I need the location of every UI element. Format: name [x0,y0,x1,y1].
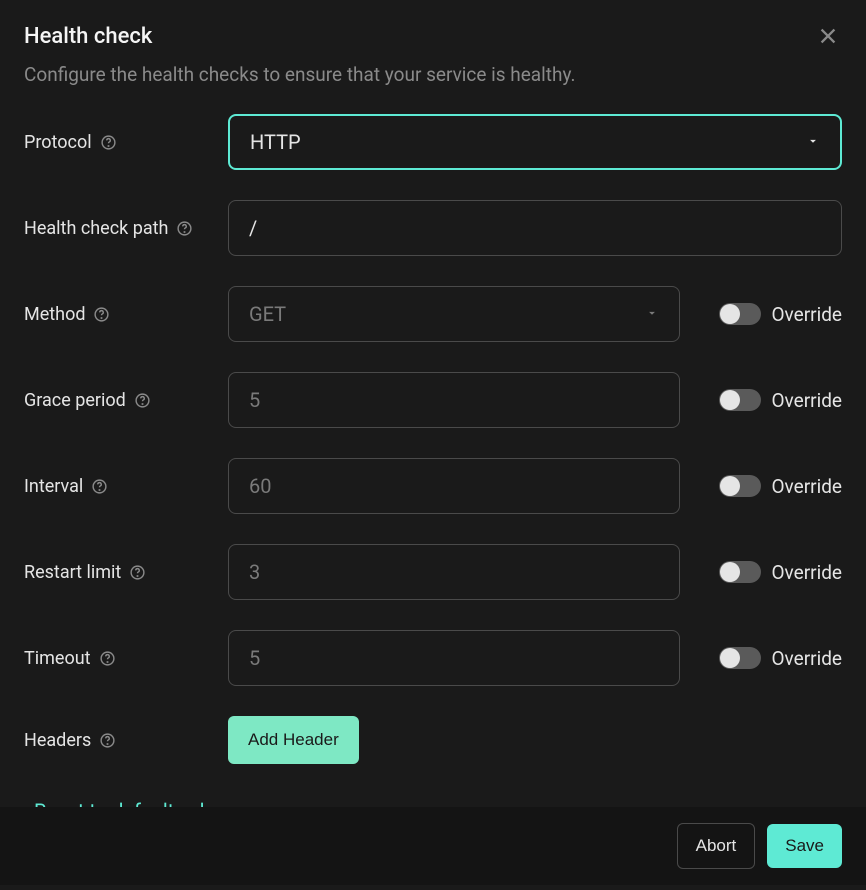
interval-label: Interval [24,476,83,497]
protocol-row: Protocol HTTP [24,114,842,170]
method-label: Method [24,304,85,325]
headers-label: Headers [24,730,91,751]
save-button[interactable]: Save [767,824,842,868]
path-label: Health check path [24,218,168,239]
health-check-modal: Health check Configure the health checks… [0,0,866,890]
protocol-value: HTTP [250,130,806,154]
help-icon[interactable] [99,732,116,749]
help-icon[interactable] [176,220,193,237]
form-content: Protocol HTTP [24,114,842,823]
close-button[interactable] [814,24,842,52]
help-icon[interactable] [93,306,110,323]
restart-limit-input [228,544,680,600]
method-override-toggle[interactable] [719,303,761,325]
modal-header: Health check Configure the health checks… [24,24,842,86]
interval-override-label: Override [771,475,842,498]
path-row: Health check path [24,200,842,256]
method-value: GET [249,302,645,326]
method-override-label: Override [771,303,842,326]
toggle-knob [720,562,740,582]
grace-period-input [228,372,680,428]
add-header-button[interactable]: Add Header [228,716,359,764]
restart-limit-label: Restart limit [24,562,121,583]
restart-limit-override-toggle[interactable] [719,561,761,583]
help-icon[interactable] [100,134,117,151]
grace-period-label: Grace period [24,390,126,411]
protocol-label: Protocol [24,132,92,153]
chevron-down-icon [806,133,820,152]
grace-period-row: Grace period Override [24,372,842,428]
help-icon[interactable] [91,478,108,495]
restart-limit-override-label: Override [771,561,842,584]
protocol-select[interactable]: HTTP [228,114,842,170]
restart-limit-row: Restart limit Override [24,544,842,600]
close-icon [817,25,839,51]
modal-subtitle: Configure the health checks to ensure th… [24,63,842,86]
modal-footer: Abort Save [0,807,866,885]
modal-title: Health check [24,24,842,49]
interval-input [228,458,680,514]
timeout-row: Timeout Override [24,630,842,686]
toggle-knob [720,390,740,410]
timeout-override-label: Override [771,647,842,670]
headers-row: Headers Add Header [24,716,842,764]
timeout-label: Timeout [24,648,91,669]
toggle-knob [720,476,740,496]
interval-row: Interval Override [24,458,842,514]
chevron-down-icon [645,305,659,324]
method-select: GET [228,286,680,342]
interval-override-toggle[interactable] [719,475,761,497]
toggle-knob [720,648,740,668]
method-row: Method GET [24,286,842,342]
abort-button[interactable]: Abort [677,823,756,869]
grace-period-override-label: Override [771,389,842,412]
help-icon[interactable] [99,650,116,667]
toggle-knob [720,304,740,324]
path-input[interactable] [228,200,842,256]
timeout-override-toggle[interactable] [719,647,761,669]
help-icon[interactable] [134,392,151,409]
help-icon[interactable] [129,564,146,581]
timeout-input [228,630,680,686]
grace-period-override-toggle[interactable] [719,389,761,411]
